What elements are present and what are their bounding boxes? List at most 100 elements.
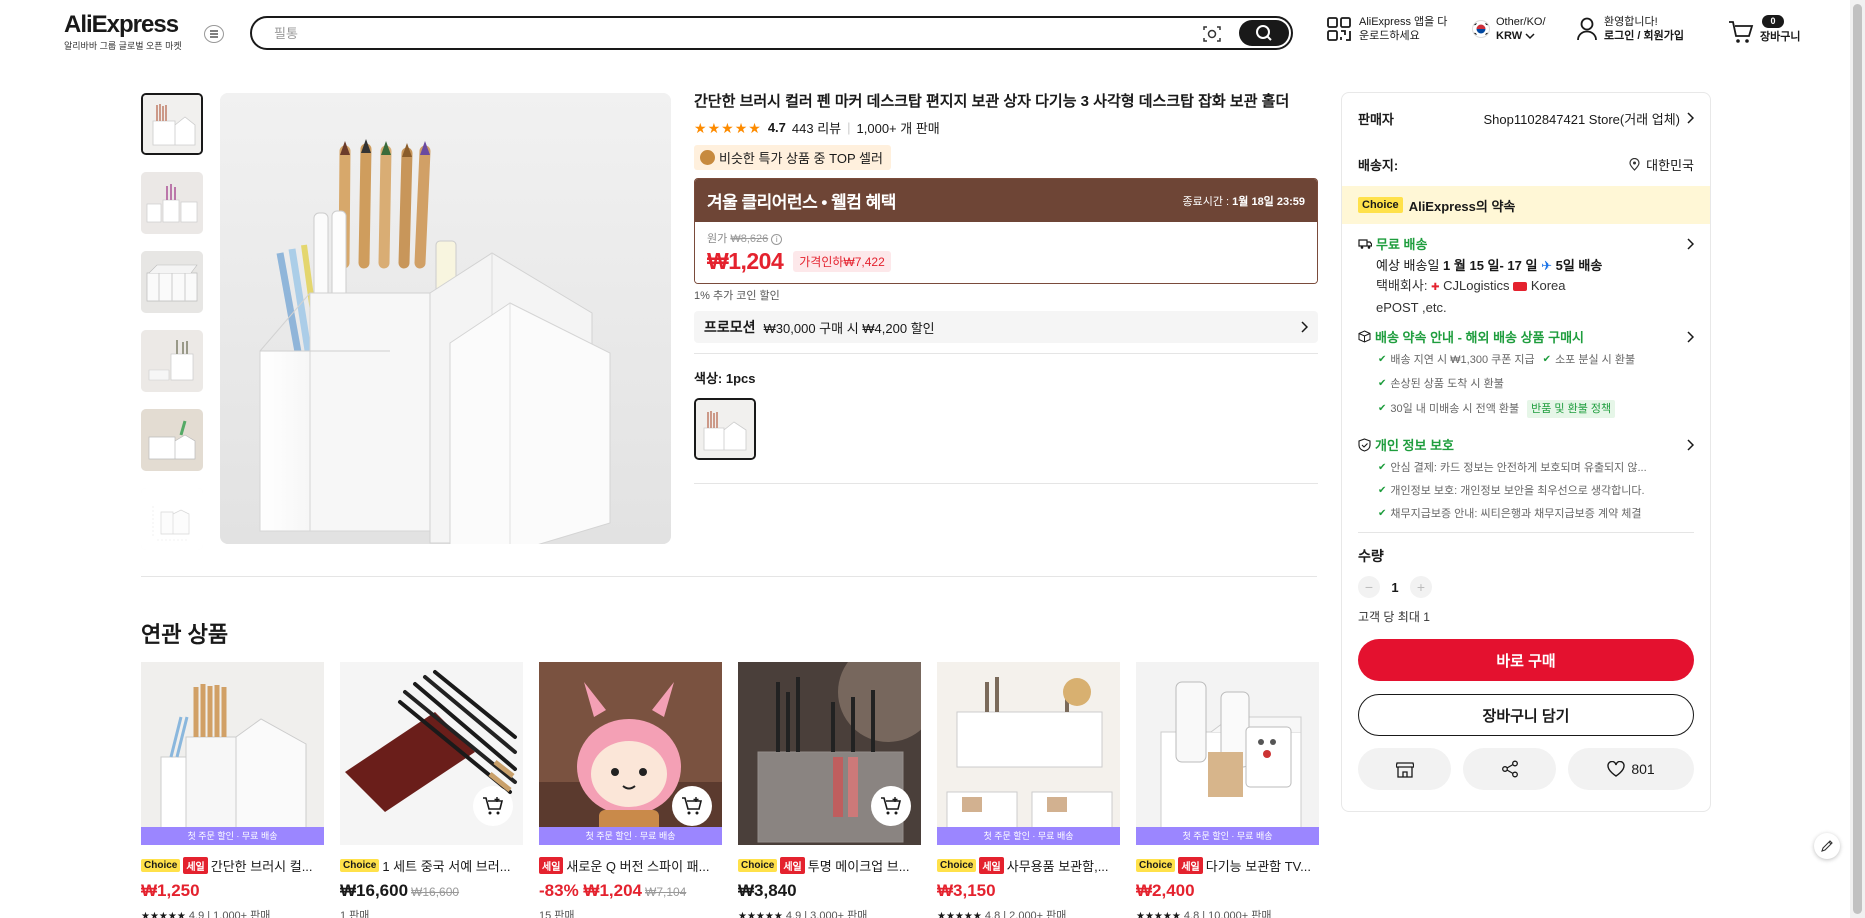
promotion-row[interactable]: 프로모션 ₩30,000 구매 시 ₩4,200 할인 (694, 311, 1318, 343)
divider (1358, 532, 1694, 533)
thumbnail-3[interactable] (141, 251, 203, 313)
original-price: ₩8,626 (730, 233, 769, 245)
product-card[interactable]: 첫 주문 할인 · 무료 배송 Choice 세일 다기능 보관함 TV... ₩2… (1136, 662, 1319, 918)
product-card-meta: 4.9 | 1,000+ 판매 (188, 910, 271, 918)
divider (694, 483, 1318, 484)
share-button[interactable] (1463, 748, 1556, 790)
product-card-title[interactable]: 투명 메이크업 브... (808, 856, 910, 875)
deal-end-label: 종료시간 : (1182, 195, 1230, 208)
region-currency-selector[interactable]: Other/KO/KRW (1472, 15, 1546, 43)
cart-icon (1729, 21, 1754, 43)
product-card-price: ₩16,600 (340, 881, 409, 900)
store-button[interactable] (1358, 748, 1451, 790)
product-card[interactable]: 첫 주문 할인 · 무료 배송 Choice 세일 간단한 브러시 컬... ₩1,… (141, 662, 324, 918)
rating-row: ★ ★ ★ ★ ★ 4.7 443 리뷰 | 1,000+ 개 판매 (694, 118, 940, 137)
location-pin-icon (1629, 157, 1640, 171)
product-card-image[interactable]: 첫 주문 할인 · 무료 배송 (141, 662, 324, 845)
fast-delivery: 5일 배송 (1555, 258, 1603, 273)
search-input[interactable] (274, 24, 1174, 42)
add-to-cart-button[interactable]: 장바구니 담기 (1358, 694, 1694, 736)
search-bar (250, 16, 1293, 50)
login-signup-link: 로그인 / 회원가입 (1604, 30, 1685, 42)
original-price-label: 원가 (707, 233, 728, 245)
privacy-title: 개인 정보 보호 (1375, 438, 1454, 453)
cart-label: 장바구니 (1760, 31, 1801, 43)
account-menu[interactable]: 환영합니다! 로그인 / 회원가입 (1576, 15, 1684, 43)
sale-badge: 세일 (979, 857, 1004, 874)
quantity-increase-button[interactable]: + (1410, 576, 1432, 598)
product-card-meta: 15 판매 (539, 910, 575, 918)
wishlist-count: 801 (1631, 761, 1655, 777)
scrollbar-thumb[interactable] (1853, 4, 1862, 914)
app-download-link[interactable]: AliExpress 앱을 다 운로드하세요 (1326, 15, 1447, 43)
product-card[interactable]: 첫 주문 할인 · 무료 배송 세일 새로운 Q 버전 스파이 패... -83%… (539, 662, 722, 918)
product-card-title[interactable]: 간단한 브러시 컬... (211, 856, 313, 875)
product-card-meta: 1 판매 (340, 910, 370, 918)
image-search-icon[interactable] (1201, 23, 1223, 45)
add-to-cart-icon[interactable] (672, 786, 712, 826)
product-card-meta: 4.8 | 10,000+ 판매 (1183, 910, 1272, 918)
product-card-price: -83% ₩1,204 (539, 881, 642, 900)
add-to-cart-icon[interactable] (871, 786, 911, 826)
chevron-right-icon (1301, 321, 1308, 333)
buy-now-button[interactable]: 바로 구매 (1358, 639, 1694, 681)
product-card[interactable]: Choice 1 세트 중국 서예 브러... ₩16,600 ₩16,600 1 … (340, 662, 523, 918)
quantity-value[interactable]: 1 (1380, 580, 1410, 595)
free-shipping-label: 무료 배송 (1376, 237, 1428, 252)
product-card-title[interactable]: 다기능 보관함 TV... (1206, 856, 1311, 875)
korea-flag-icon (1472, 20, 1490, 38)
category-menu-button[interactable] (204, 25, 224, 43)
edit-feedback-button[interactable] (1814, 833, 1840, 859)
product-card-image[interactable] (738, 662, 921, 845)
color-swatch-1pcs[interactable] (694, 398, 756, 460)
page-scrollbar[interactable] (1850, 0, 1865, 918)
thumbnail-1[interactable] (141, 93, 203, 155)
deal-header: 겨울 클리어런스 • 웰컴 혜택 종료시간 : 1월 18일 23:59 (695, 179, 1317, 222)
quantity-decrease-button[interactable]: − (1358, 576, 1380, 598)
privacy-row[interactable]: 개인 정보 보호 (1358, 435, 1694, 454)
coin-discount-note: 1% 추가 코인 할인 (694, 290, 780, 302)
search-button[interactable] (1239, 20, 1289, 46)
delivery-estimate-label: 예상 배송일 (1376, 258, 1440, 273)
delivery-promise-row[interactable]: 배송 약속 안내 - 해외 배송 상품 구매시 (1358, 327, 1694, 346)
seller-row[interactable]: 판매자 Shop1102847421 Store(거래 업체) (1342, 108, 1710, 128)
product-card-image[interactable]: 첫 주문 할인 · 무료 배송 (937, 662, 1120, 845)
chevron-right-icon (1687, 112, 1694, 124)
product-main-image[interactable] (220, 93, 671, 544)
courier-label: 택배회사: (1376, 278, 1428, 293)
wishlist-button[interactable]: 801 (1568, 748, 1694, 790)
aliexpress-logo[interactable]: AliExpress 알리바바 그룹 글로벌 오픈 마켓 (64, 12, 182, 52)
courier-line: 택배회사: ✚ CJLogistics Korea (1376, 276, 1694, 298)
thumbnail-4[interactable] (141, 330, 203, 392)
refund-policy-link[interactable]: 반품 및 환불 정책 (1527, 400, 1616, 418)
seller-name: Shop1102847421 Store(거래 업체) (1483, 111, 1681, 127)
product-card[interactable]: Choice 세일 투명 메이크업 브... ₩3,840 ★★★★★ 4.9 | … (738, 662, 921, 918)
info-icon[interactable]: i (771, 233, 783, 245)
choice-promise-bar: Choice AliExpress의 약속 (1342, 186, 1710, 224)
product-card-image[interactable] (340, 662, 523, 845)
add-to-cart-icon[interactable] (473, 786, 513, 826)
product-card-title[interactable]: 1 세트 중국 서예 브러... (382, 856, 510, 875)
deal-end-time: 종료시간 : 1월 18일 23:59 (1183, 193, 1306, 209)
free-shipping-row[interactable]: 무료 배송 (1358, 234, 1694, 253)
product-card-image[interactable]: 첫 주문 할인 · 무료 배송 (539, 662, 722, 845)
product-card[interactable]: 첫 주문 할인 · 무료 배송 Choice 세일 사무용품 보관함,... ₩3,… (937, 662, 1120, 918)
product-card-image[interactable]: 첫 주문 할인 · 무료 배송 (1136, 662, 1319, 845)
cart-count-badge: 0 (1762, 15, 1784, 28)
promo-banner: 첫 주문 할인 · 무료 배송 (1136, 827, 1319, 845)
thumbnail-list (141, 93, 205, 567)
thumbnail-2[interactable] (141, 172, 203, 234)
product-card-title[interactable]: 새로운 Q 버전 스파이 패... (566, 856, 709, 875)
rating-stars: ★★★★★ (738, 911, 783, 918)
choice-badge: Choice (1136, 859, 1176, 872)
delivery-promise-title: 배송 약속 안내 - 해외 배송 상품 구매시 (1375, 330, 1585, 345)
promise-item: 소포 분실 시 환불 (1555, 354, 1636, 366)
product-card-price: ₩3,150 (937, 881, 996, 900)
thumbnail-6[interactable] (141, 488, 203, 550)
review-count-link[interactable]: 443 리뷰 (792, 118, 841, 137)
thumbnail-5[interactable] (141, 409, 203, 471)
product-card-title[interactable]: 사무용품 보관함,... (1007, 856, 1109, 875)
sale-badge: 세일 (1178, 857, 1203, 874)
ship-to-row[interactable]: 배송지: 대한민국 (1342, 154, 1710, 174)
store-icon (1395, 761, 1414, 778)
